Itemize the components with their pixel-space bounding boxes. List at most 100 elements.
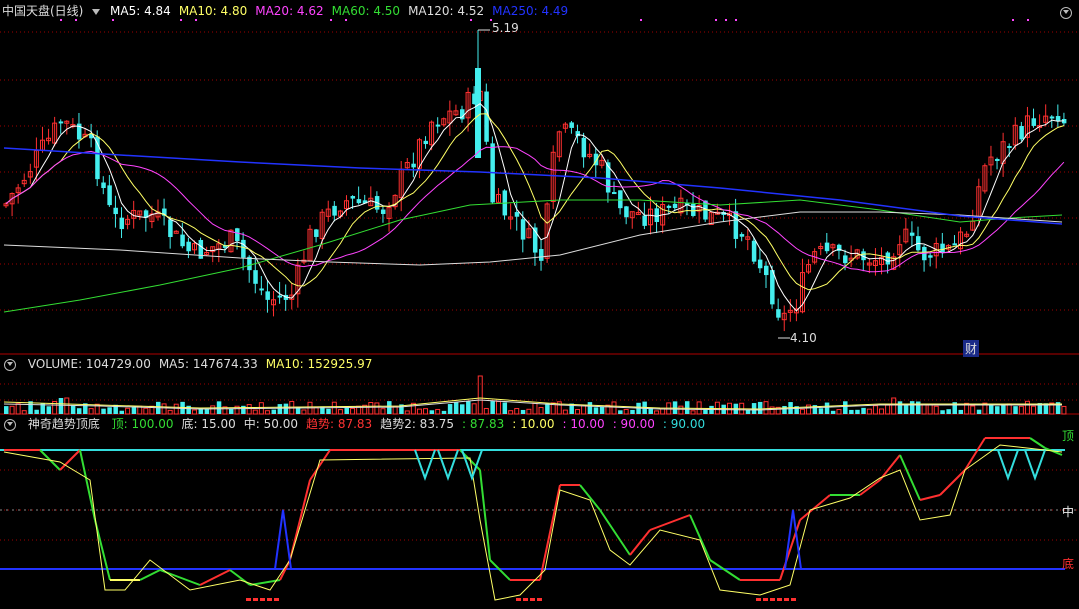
volume-bar xyxy=(1024,400,1030,415)
volume-bar xyxy=(131,406,137,414)
settings-circle-icon[interactable] xyxy=(1060,5,1072,19)
ma-legend-item-4: MA120: 4.52 xyxy=(408,4,485,18)
indicator-legend-item-3: 趋势: 87.83 xyxy=(305,417,373,431)
indicator-trend-segment xyxy=(689,514,711,561)
high-price-label: 5.19 xyxy=(492,21,519,35)
volume-bar xyxy=(495,400,501,415)
candle-body xyxy=(241,239,246,258)
volume-bar xyxy=(490,401,495,414)
volume-bar xyxy=(429,410,435,414)
candle-body xyxy=(843,255,848,264)
low-price-label: 4.10 xyxy=(790,331,817,345)
volume-bar xyxy=(191,409,197,415)
volume-bar xyxy=(654,410,660,415)
volume-bar xyxy=(933,405,939,415)
bottom-marker xyxy=(253,598,258,601)
candle-body xyxy=(265,291,270,300)
volume-bar xyxy=(9,405,15,415)
volume-bar xyxy=(849,409,854,414)
indicator-trend-segment xyxy=(59,449,81,471)
volume-bar xyxy=(483,407,489,415)
candle-body xyxy=(751,240,757,262)
volume-bar xyxy=(976,409,982,414)
volume-bar xyxy=(404,410,410,415)
candle-body xyxy=(475,68,481,158)
bottom-level-label: 底 xyxy=(1062,557,1075,571)
candle-body xyxy=(666,205,672,208)
volume-bar xyxy=(423,408,429,415)
volume-bar xyxy=(101,408,106,414)
indicator-legend-item-7: : 10.00 xyxy=(562,417,605,431)
volume-bar xyxy=(843,401,848,414)
signal-dot xyxy=(75,19,77,21)
candle-body xyxy=(235,228,240,242)
main-panel-header: 中国天盘(日线) MA5: 4.84 MA10: 4.80 MA20: 4.62 MA… xyxy=(2,3,584,19)
volume-bar xyxy=(824,402,830,414)
ma-legend-item-5: MA250: 4.49 xyxy=(492,4,569,18)
bottom-marker xyxy=(791,598,796,601)
bottom-marker xyxy=(537,598,542,601)
bottom-marker xyxy=(267,598,272,601)
candle-body xyxy=(107,185,112,206)
candle-body xyxy=(1031,118,1037,126)
volume-bar xyxy=(477,375,483,415)
chart-title: 中国天盘(日线) xyxy=(2,4,84,18)
volume-bar xyxy=(916,401,921,414)
bottom-marker xyxy=(260,598,265,601)
volume-bar xyxy=(58,398,64,414)
candle-body xyxy=(940,243,945,253)
volume-bar xyxy=(466,401,471,414)
candle-body xyxy=(995,158,1000,161)
volume-bar xyxy=(143,407,149,415)
signal-dot xyxy=(1012,19,1014,21)
volume-panel-header: VOLUME: 104729.00 MA5: 147674.33 MA10: 152… xyxy=(2,356,388,372)
indicator-options-icon[interactable] xyxy=(4,418,16,431)
volume-bar xyxy=(416,408,422,415)
volume-bar xyxy=(1001,405,1006,414)
volume-bar xyxy=(946,409,951,414)
dropdown-triangle-icon[interactable] xyxy=(92,8,101,15)
indicator-legend-item-6: : 10.00 xyxy=(512,417,555,431)
chart-canvas[interactable] xyxy=(0,0,1079,609)
bottom-marker xyxy=(530,598,535,601)
volume-bar xyxy=(460,404,465,414)
candle-body xyxy=(277,295,283,298)
volume-bar xyxy=(830,410,836,414)
finance-marker[interactable]: 财 xyxy=(963,340,980,357)
volume-bar xyxy=(246,404,252,415)
candle-body xyxy=(113,207,118,215)
candle-body xyxy=(776,309,781,318)
volume-bar xyxy=(520,409,526,414)
bottom-marker xyxy=(523,598,528,601)
candle-body xyxy=(168,219,173,238)
volume-bar xyxy=(15,403,21,415)
volume-bar xyxy=(283,403,289,414)
top-signal-v xyxy=(997,449,1019,481)
volume-bar xyxy=(855,409,860,414)
indicator-trend-segment xyxy=(859,479,881,496)
volume-options-icon[interactable] xyxy=(4,358,16,371)
volume-bar xyxy=(623,408,629,415)
indicator-trend-segment xyxy=(964,437,986,471)
signal-dot xyxy=(470,19,472,21)
volume-bar xyxy=(70,405,76,414)
indicator-legend-item-8: : 90.00 xyxy=(612,417,655,431)
candle-body xyxy=(569,122,574,128)
volume-bar xyxy=(186,405,191,414)
volume-bar xyxy=(940,410,945,414)
volume-bar xyxy=(204,409,210,414)
volume-bar xyxy=(252,409,258,415)
volume-bar xyxy=(21,410,27,415)
volume-bar xyxy=(897,401,903,414)
indicator-legend-item-5: : 87.83 xyxy=(462,417,505,431)
indicator-trend-segment xyxy=(629,529,651,556)
volume-bar xyxy=(879,408,885,415)
candle-body xyxy=(885,252,891,265)
candle-body xyxy=(691,203,696,216)
volume-bar xyxy=(818,408,824,414)
signal-dot xyxy=(725,19,727,21)
indicator-legend-item-0: 顶: 100.00 xyxy=(111,417,174,431)
volume-bar xyxy=(441,410,447,414)
volume-bar xyxy=(107,407,112,414)
indicator-trend-segment xyxy=(539,484,561,581)
